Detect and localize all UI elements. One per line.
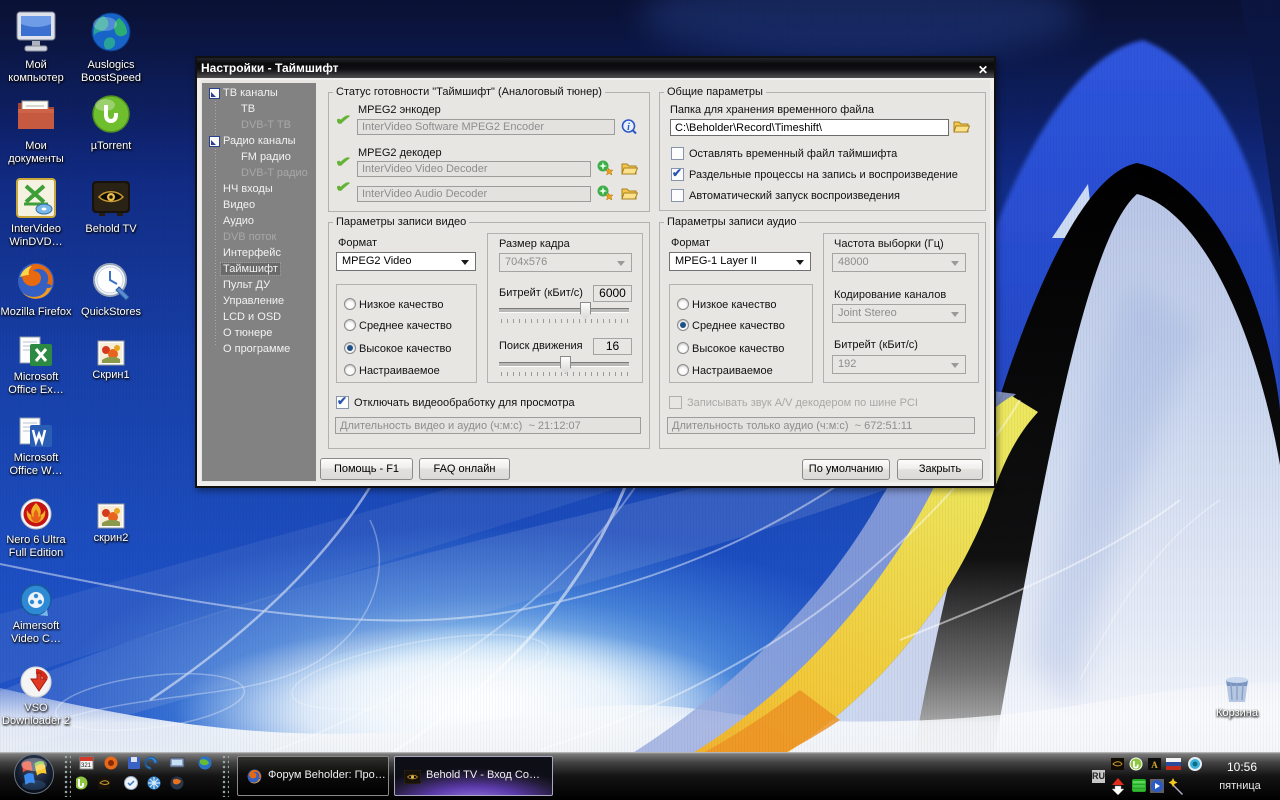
svg-text:i: i bbox=[627, 122, 630, 133]
svg-text:A: A bbox=[1151, 760, 1158, 770]
svg-text:321: 321 bbox=[81, 763, 92, 769]
